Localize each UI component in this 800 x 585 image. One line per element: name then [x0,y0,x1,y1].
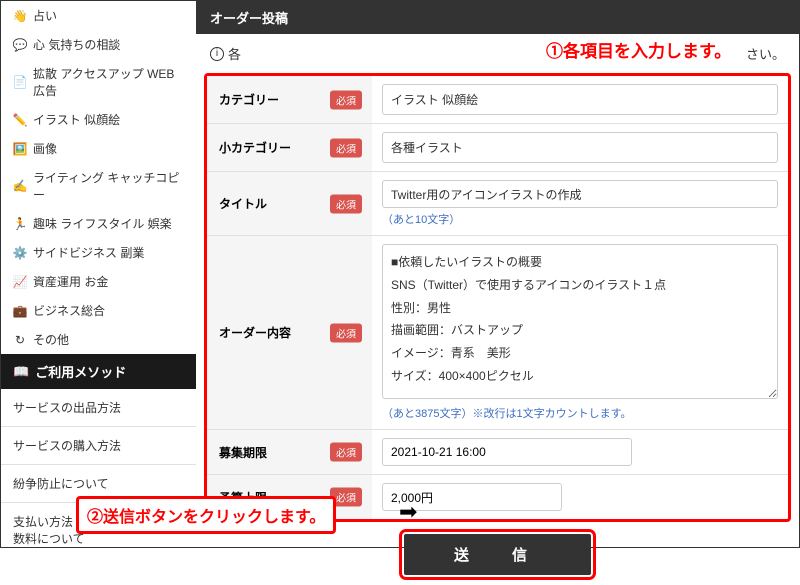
annotation-step-1: ①各項目を入力します。 [546,37,731,62]
method-item-listing[interactable]: サービスの出品方法 [1,389,196,427]
sidebar-cat-label: ビジネス総合 [33,302,105,319]
order-form: カテゴリー 必須 イラスト 似顔絵 小カテゴリー 必須 各種イラスト [204,73,791,522]
submit-button[interactable]: 送 信 [404,534,591,575]
main-panel: オーダー投稿 i 各 さい。 ①各項目を入力します。 カテゴリー 必須 イラスト… [196,1,799,547]
image-icon: 🖼️ [13,142,27,156]
title-label: タイトル 必須 [207,172,372,236]
label-text: オーダー内容 [219,326,291,340]
pencil-icon: ✏️ [13,113,27,127]
deadline-label: 募集期限 必須 [207,430,372,475]
sidebar-cat-image[interactable]: 🖼️ 画像 [1,134,196,163]
other-icon: ↻ [13,333,27,347]
required-badge: 必須 [330,90,362,109]
method-header-label: ご利用メソッド [35,362,126,381]
sidebar-cat-label: 占い [33,7,57,24]
sidebar-cat-consult[interactable]: 💬 心 気持ちの相談 [1,30,196,59]
hobby-icon: 🏃 [13,217,27,231]
required-badge: 必須 [330,194,362,213]
page-title: オーダー投稿 [196,1,799,34]
sidebar-cat-side[interactable]: ⚙️ サイドビジネス 副業 [1,238,196,267]
subcategory-select[interactable]: 各種イラスト [382,132,778,163]
sidebar-cat-label: 画像 [33,140,57,157]
sidebar-cat-fortune[interactable]: 👋 占い [1,1,196,30]
sidebar-cat-hobby[interactable]: 🏃 趣味 ライフスタイル 娯楽 [1,209,196,238]
sidebar-cat-label: その他 [33,331,69,348]
method-item-purchase[interactable]: サービスの購入方法 [1,427,196,465]
title-helper: （あと10文字） [382,211,778,227]
info-text-tail: さい。 [746,44,785,63]
book-icon: 📖 [13,364,29,380]
sidebar: 👋 占い 💬 心 気持ちの相談 📄 拡散 アクセスアップ WEB広告 ✏️ イラスト 似… [1,1,196,547]
info-icon: i [210,47,224,61]
fortune-icon: 👋 [13,9,27,23]
label-text: タイトル [219,197,267,211]
required-badge: 必須 [330,323,362,342]
writing-icon: ✍️ [13,179,27,193]
deadline-input[interactable] [382,438,632,466]
sidebar-cat-spread[interactable]: 📄 拡散 アクセスアップ WEB広告 [1,59,196,105]
sidebar-cat-label: 資産運用 お金 [33,273,108,290]
chart-icon: 📈 [13,275,27,289]
sidebar-cat-business[interactable]: 💼 ビジネス総合 [1,296,196,325]
content-helper: （あと3875文字）※改行は1文字カウントします。 [382,405,778,421]
required-badge: 必須 [330,138,362,157]
info-text-prefix: 各 [228,44,241,63]
title-input[interactable] [382,180,778,208]
sidebar-cat-illust[interactable]: ✏️ イラスト 似顔絵 [1,105,196,134]
subcategory-label: 小カテゴリー 必須 [207,124,372,172]
arrow-icon: ➡ [399,499,417,525]
sidebar-cat-label: イラスト 似顔絵 [33,111,120,128]
content-textarea[interactable]: ■依頼したいイラストの概要 SNS（Twitter）で使用するアイコンのイラスト… [382,244,778,399]
label-text: カテゴリー [219,93,279,107]
submit-area: 送 信 [196,534,799,585]
document-icon: 📄 [13,75,27,89]
sidebar-cat-asset[interactable]: 📈 資産運用 お金 [1,267,196,296]
briefcase-icon: 💼 [13,304,27,318]
sidebar-cat-label: 心 気持ちの相談 [33,36,120,53]
sidebar-cat-writing[interactable]: ✍️ ライティング キャッチコピー [1,163,196,209]
content-label: オーダー内容 必須 [207,236,372,430]
chat-icon: 💬 [13,38,27,52]
gear-icon: ⚙️ [13,246,27,260]
category-label: カテゴリー 必須 [207,76,372,124]
category-list: 👋 占い 💬 心 気持ちの相談 📄 拡散 アクセスアップ WEB広告 ✏️ イラスト 似… [1,1,196,354]
method-header: 📖 ご利用メソッド [1,354,196,389]
required-badge: 必須 [330,443,362,462]
sidebar-cat-label: 趣味 ライフスタイル 娯楽 [33,215,172,232]
category-select[interactable]: イラスト 似顔絵 [382,84,778,115]
sidebar-cat-other[interactable]: ↻ その他 [1,325,196,354]
label-text: 募集期限 [219,446,267,460]
sidebar-cat-label: サイドビジネス 副業 [33,244,144,261]
sidebar-cat-label: 拡散 アクセスアップ WEB広告 [33,65,184,99]
label-text: 小カテゴリー [219,141,291,155]
sidebar-cat-label: ライティング キャッチコピー [33,169,184,203]
annotation-step-2: ②送信ボタンをクリックします。 [76,496,336,534]
